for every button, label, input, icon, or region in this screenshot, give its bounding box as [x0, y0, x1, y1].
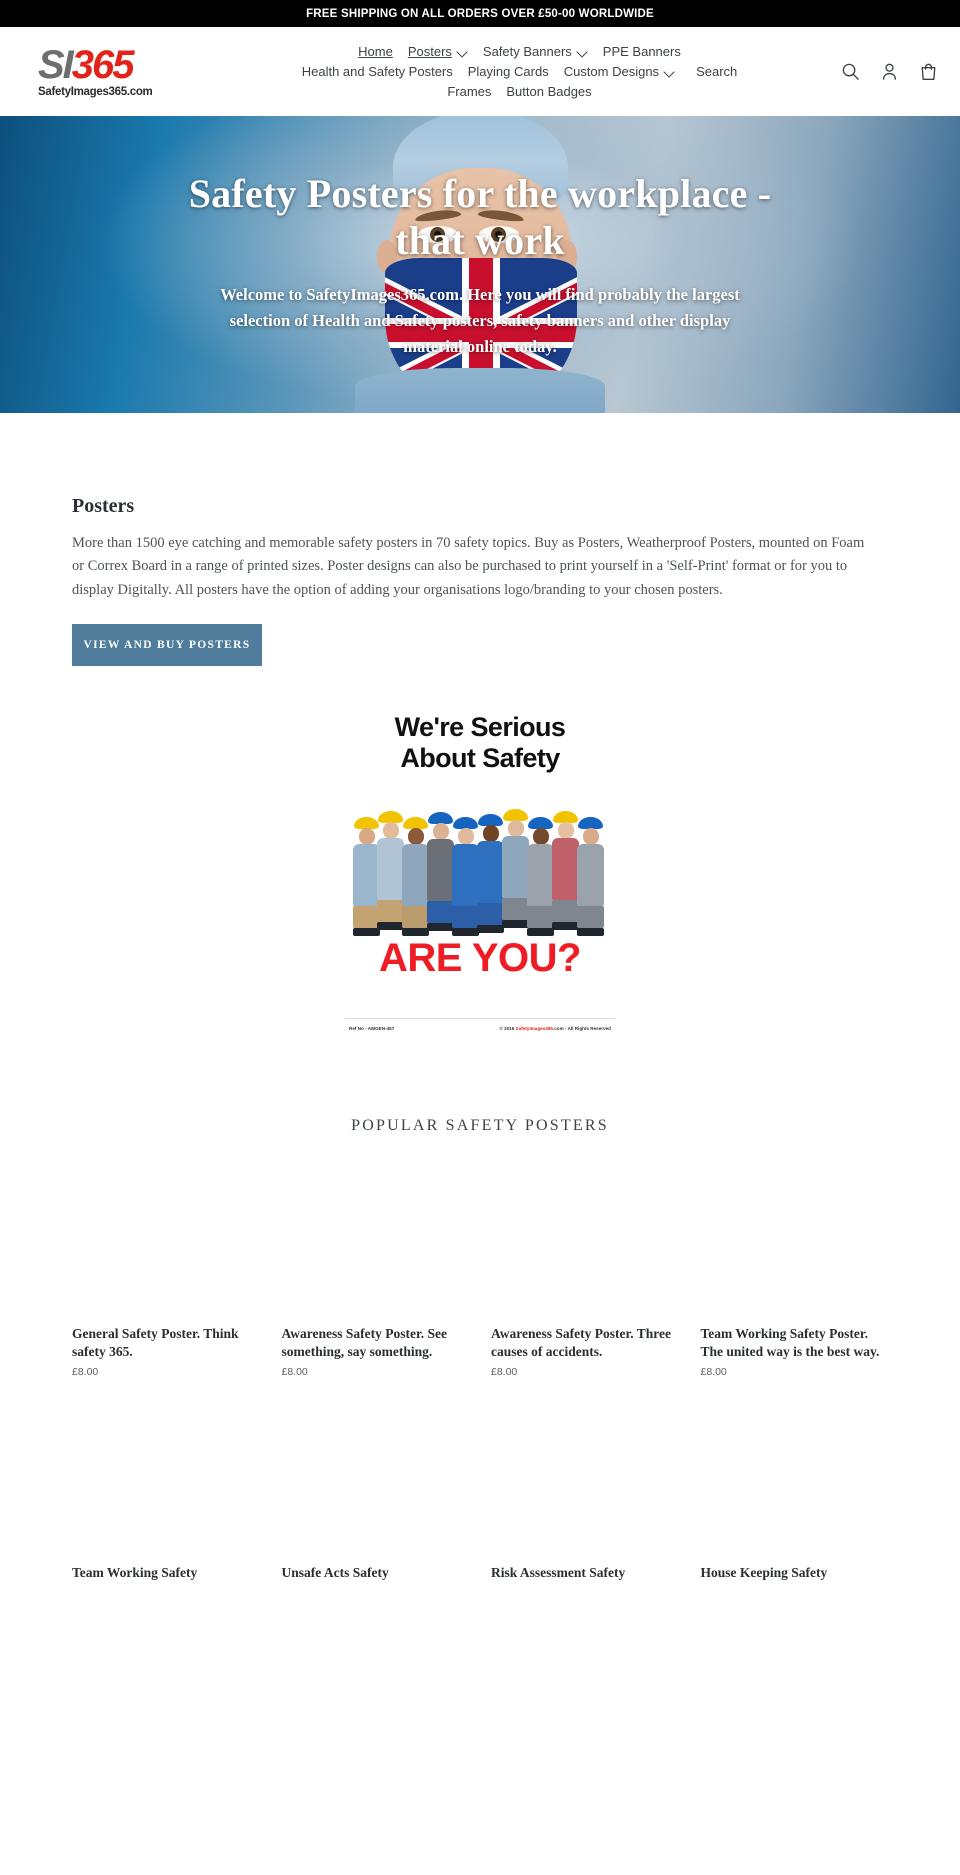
chevron-down-icon: [664, 67, 675, 78]
product-image: [72, 1165, 260, 1318]
product-price: £8.00: [491, 1365, 518, 1378]
logo-365-text: 365: [71, 43, 135, 87]
nav-item-safety-banners[interactable]: Safety Banners: [483, 44, 588, 59]
nav-row-1: Home Posters Safety Banners PPE Banners: [358, 42, 681, 61]
feature-poster-divider: [345, 1018, 615, 1020]
product-card[interactable]: General Safety Poster. Think safety 365.…: [72, 1165, 260, 1378]
feature-poster-headline: We're Serious About Safety: [335, 696, 625, 772]
hero-subtitle: Welcome to SafetyImages365.com. Here you…: [220, 285, 740, 356]
main-navigation: Home Posters Safety Banners PPE Banners …: [203, 42, 818, 101]
nav-item-search[interactable]: Search: [696, 64, 737, 79]
product-card[interactable]: Unsafe Acts Safety: [281, 1423, 469, 1581]
logo[interactable]: SI365 SafetyImages365.com: [38, 45, 203, 98]
product-image: [281, 1423, 469, 1556]
header-icon-group: [818, 62, 938, 81]
product-card[interactable]: Team Working Safety Poster. The united w…: [700, 1165, 888, 1378]
workers-group-illustration: [351, 806, 609, 937]
hero-banner: Safety Posters for the workplace - that …: [0, 116, 960, 413]
site-header: SI365 SafetyImages365.com Home Posters S…: [0, 27, 960, 116]
account-icon[interactable]: [880, 62, 899, 81]
chevron-down-icon: [577, 47, 588, 58]
logo-subtext: SafetyImages365.com: [38, 86, 153, 98]
product-price: £8.00: [72, 1365, 99, 1378]
cart-icon[interactable]: [919, 62, 938, 81]
product-title: Awareness Safety Poster. See something, …: [281, 1326, 447, 1359]
nav-item-ppe-banners[interactable]: PPE Banners: [603, 44, 681, 59]
product-card[interactable]: House Keeping Safety: [700, 1423, 888, 1581]
popular-posters-grid-row-1: General Safety Poster. Think safety 365.…: [0, 1165, 960, 1378]
search-icon[interactable]: [841, 62, 860, 81]
scrubs-shape: [355, 368, 605, 413]
product-image: [700, 1423, 888, 1556]
product-title: Risk Assessment Safety: [491, 1564, 626, 1580]
nav-item-health-and-safety-posters[interactable]: Health and Safety Posters: [302, 64, 453, 79]
product-image: [700, 1165, 888, 1318]
nav-row-3: Frames Button Badges: [447, 82, 591, 101]
product-image: [491, 1165, 679, 1318]
product-price: £8.00: [700, 1365, 727, 1378]
product-image: [72, 1423, 260, 1556]
product-card[interactable]: Team Working Safety: [72, 1423, 260, 1581]
chevron-down-icon: [457, 47, 468, 58]
feature-poster-meta: Ref No - AWGEN-457 © 2016 SafetyImages36…: [349, 1026, 611, 1031]
feature-poster-line2: About Safety: [400, 742, 560, 773]
logo-si-text: SI: [38, 43, 74, 87]
feature-poster-copyright: © 2016 SafetyImages365.com - All Rights …: [499, 1026, 611, 1032]
product-title: Team Working Safety: [72, 1564, 198, 1580]
feature-poster-wrap: We're Serious About Safety ARE YOU? Ref …: [0, 696, 960, 1042]
product-title: Awareness Safety Poster. Three causes of…: [491, 1326, 671, 1359]
nav-item-playing-cards[interactable]: Playing Cards: [468, 64, 549, 79]
view-and-buy-posters-button[interactable]: VIEW AND BUY POSTERS: [72, 624, 262, 667]
product-title: House Keeping Safety: [700, 1564, 828, 1580]
product-title: Unsafe Acts Safety: [281, 1564, 389, 1580]
feature-poster-line1: We're Serious: [394, 712, 566, 743]
hero-title: Safety Posters for the workplace - that …: [188, 171, 772, 264]
popular-posters-grid-row-2: Team Working Safety Unsafe Acts Safety R…: [0, 1423, 960, 1581]
feature-poster-callout: ARE YOU?: [379, 936, 581, 981]
product-price: £8.00: [281, 1365, 308, 1378]
nav-item-posters[interactable]: Posters: [408, 44, 468, 59]
nav-row-2: Health and Safety Posters Playing Cards …: [302, 62, 738, 81]
product-card[interactable]: Awareness Safety Poster. See something, …: [281, 1165, 469, 1378]
announcement-bar: FREE SHIPPING ON ALL ORDERS OVER £50-00 …: [0, 0, 960, 27]
product-image: [491, 1423, 679, 1556]
announcement-text: FREE SHIPPING ON ALL ORDERS OVER £50-00 …: [306, 7, 654, 20]
feature-poster-ref: Ref No - AWGEN-457: [349, 1026, 395, 1032]
logo-mark: SI365: [38, 45, 203, 85]
hero-text-block: Safety Posters for the workplace - that …: [0, 116, 960, 359]
nav-item-frames[interactable]: Frames: [447, 84, 491, 99]
product-title: Team Working Safety Poster. The united w…: [700, 1326, 880, 1359]
nav-item-home[interactable]: Home: [358, 44, 393, 59]
posters-intro-section: Posters More than 1500 eye catching and …: [0, 413, 960, 667]
nav-item-button-badges[interactable]: Button Badges: [506, 84, 591, 99]
posters-heading: Posters: [72, 495, 135, 517]
product-image: [281, 1165, 469, 1318]
product-card[interactable]: Awareness Safety Poster. Three causes of…: [491, 1165, 679, 1378]
feature-poster-image[interactable]: We're Serious About Safety ARE YOU? Ref …: [335, 696, 625, 1042]
popular-posters-title: POPULAR SAFETY POSTERS: [351, 1117, 609, 1135]
posters-description: More than 1500 eye catching and memorabl…: [72, 535, 865, 598]
product-title: General Safety Poster. Think safety 365.: [72, 1326, 239, 1359]
nav-item-custom-designs[interactable]: Custom Designs: [564, 64, 675, 79]
product-card[interactable]: Risk Assessment Safety: [491, 1423, 679, 1581]
